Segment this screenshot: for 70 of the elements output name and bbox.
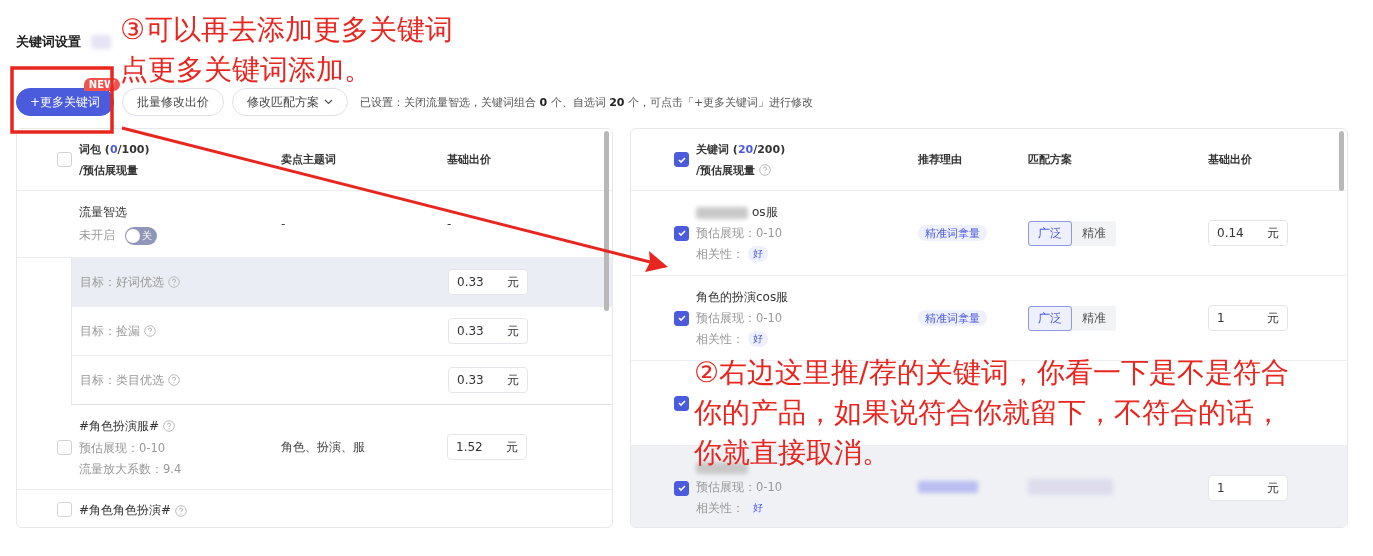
help-icon <box>144 325 156 337</box>
match-option[interactable]: 广泛 <box>1028 220 1072 246</box>
package-name: #角色扮演服# <box>79 417 160 435</box>
bid-input[interactable]: 1 元 <box>1208 475 1288 501</box>
help-icon <box>759 164 772 176</box>
scrollbar[interactable] <box>1339 131 1344 191</box>
relevance-tag: 好 <box>748 246 768 262</box>
section-title: 关键词设置 <box>16 33 81 51</box>
reason-tag: 精准词拿量 <box>918 224 987 241</box>
relevance-label: 相关性： <box>696 246 744 262</box>
column-header: 推荐理由 <box>918 152 963 167</box>
help-icon <box>175 504 188 517</box>
relevance-label: 相关性： <box>696 331 744 347</box>
bid-input[interactable]: 0.33 元 <box>448 367 528 393</box>
column-subheader: /预估展现量 <box>696 162 756 178</box>
match-option[interactable]: 广泛 <box>1028 305 1072 331</box>
bid-input[interactable]: 1.52 元 <box>447 434 527 460</box>
help-icon <box>168 276 180 288</box>
table-cell-text: - <box>281 217 287 231</box>
bid-input[interactable]: 1 元 <box>1208 305 1288 331</box>
checkmark-icon <box>676 228 687 238</box>
scrollbar[interactable] <box>604 131 609 311</box>
checkbox[interactable] <box>674 310 689 326</box>
estimate-text: 预估展现：0-10 <box>696 226 784 241</box>
checkmark-icon <box>676 398 687 408</box>
reason-tag: 精准词拿量 <box>918 309 987 326</box>
relevance-label: 相关性： <box>696 500 744 516</box>
goal-label: 目标：类目优选 <box>80 372 164 388</box>
package-name: #角色角色扮演# <box>79 502 172 519</box>
column-header: 匹配方案 <box>1028 152 1073 167</box>
help-icon <box>163 420 176 432</box>
bid-input[interactable]: 0.33 元 <box>448 269 528 295</box>
checkmark-icon <box>676 483 687 493</box>
relevance-tag: 好 <box>748 331 768 347</box>
column-header: 基础出价 <box>447 152 492 167</box>
keyword-name: 角色的扮演cos服 <box>696 289 789 306</box>
estimate-text: 预估展现：0-10 <box>79 440 167 456</box>
column-subheader: /预估展现量 <box>79 162 140 178</box>
match-plan-dropdown[interactable]: 修改匹配方案 <box>232 88 349 116</box>
column-header: 关键词 (20/200) <box>696 141 787 157</box>
match-option[interactable]: 精准 <box>1072 220 1116 246</box>
estimate-text: 预估展现：0-10 <box>696 480 784 495</box>
checkbox[interactable] <box>674 480 689 496</box>
status-text: 未开启 <box>79 228 115 243</box>
bid-input[interactable]: 0.33 元 <box>448 318 528 344</box>
checkmark-icon <box>676 313 687 323</box>
theme-words: 角色、扮演、服 <box>281 438 366 456</box>
match-option[interactable]: 精准 <box>1072 305 1116 331</box>
chevron-down-icon <box>324 99 334 105</box>
package-name: 流量智选 <box>79 203 128 221</box>
bulk-edit-bid-button[interactable]: 批量修改出价 <box>122 88 225 116</box>
amplify-factor-text: 流量放大系数：9.4 <box>79 461 183 477</box>
relevance-tag: 好 <box>748 500 768 516</box>
checkmark-icon <box>676 154 687 165</box>
goal-label: 目标：捡漏 <box>80 323 140 339</box>
column-header: 卖点主题词 <box>281 152 337 167</box>
table-cell-text: - <box>447 217 453 231</box>
bid-input[interactable]: 0.14 元 <box>1208 220 1288 246</box>
estimate-text: 预估展现：0-10 <box>696 311 784 326</box>
goal-label: 目标：好词优选 <box>80 274 164 290</box>
checkbox[interactable] <box>674 395 689 411</box>
checkbox[interactable] <box>674 152 689 167</box>
keyword-name: os服 <box>752 204 778 221</box>
checkbox[interactable] <box>674 225 689 241</box>
annotation-text: ②右边这里推/荐的关键词，你看一下是不是符合 你的产品，如果说符合你就留下，不符合的话， 你就直接取消。 <box>694 355 1289 471</box>
annotation-text: ③可以再去添加更多关键词 点更多关键词添加。 <box>120 12 454 88</box>
help-icon <box>168 374 180 386</box>
column-header: 词包 (0/100) <box>79 141 151 157</box>
settings-summary: 已设置：关闭流量智选，关键词组合 0 个、自选词 20 个，可点击「+更多关键词」进行修改 <box>360 94 814 110</box>
column-header: 基础出价 <box>1208 152 1253 167</box>
